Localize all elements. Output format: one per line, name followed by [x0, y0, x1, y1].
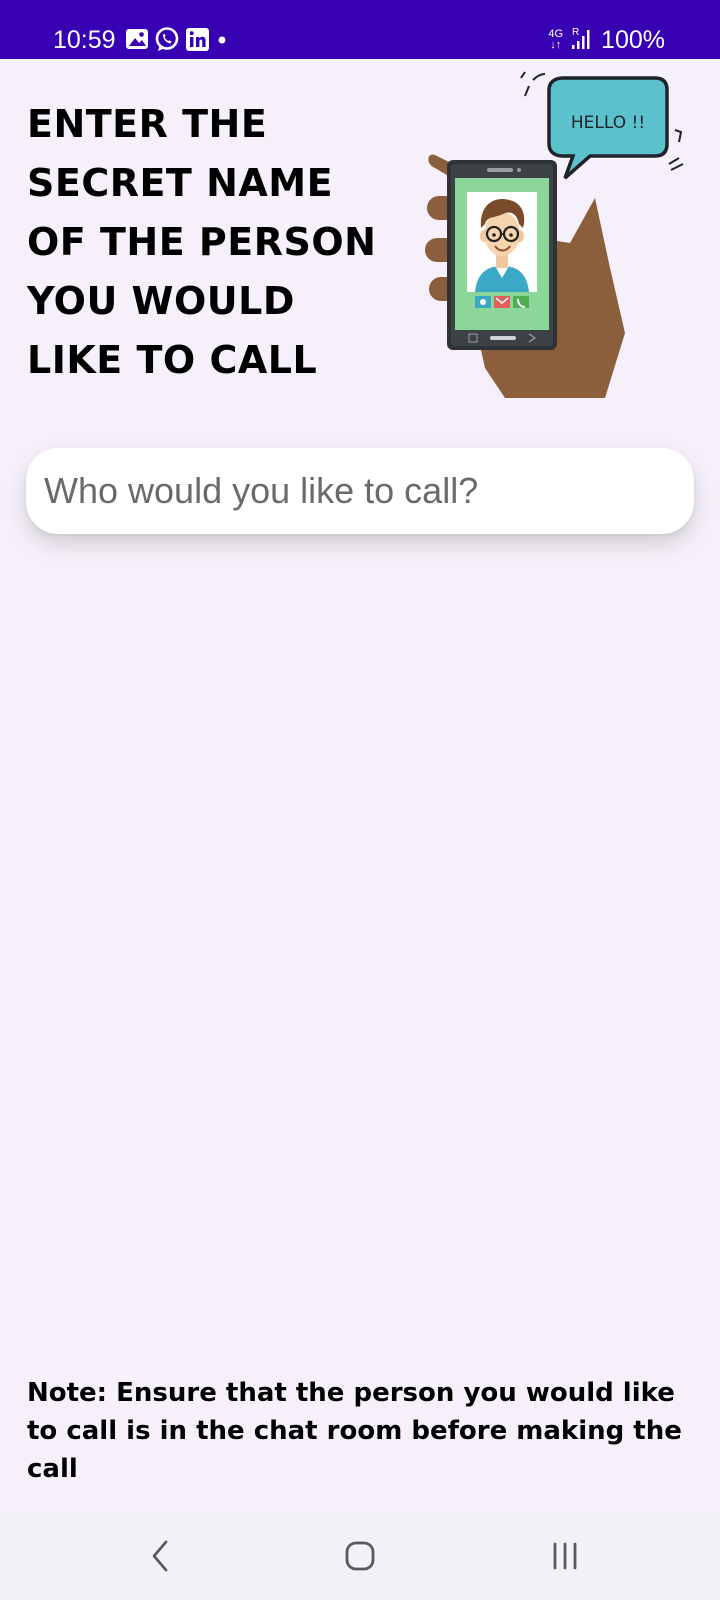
status-right: 4G ↓↑ R 100% — [548, 25, 665, 55]
back-icon — [152, 1540, 168, 1572]
dot-icon — [215, 27, 229, 51]
data-arrows-icon: ↓↑ — [550, 39, 562, 51]
linkedin-icon — [185, 27, 210, 52]
notification-icons — [125, 26, 229, 52]
title-line: OF THE PERSON — [27, 220, 377, 264]
status-bar: 10:59 4G ↓↑ R 100% — [0, 0, 720, 59]
bubble-text: HELLO !! — [571, 113, 645, 133]
page-title: ENTER THE SECRET NAME OF THE PERSON YOU … — [27, 95, 417, 390]
status-time: 10:59 — [53, 26, 116, 54]
note-text: Note: Ensure that the person you would l… — [27, 1378, 682, 1484]
battery-level: 100% — [601, 26, 665, 54]
phone-call-illustration: HELLO !! — [425, 71, 684, 398]
whatsapp-icon — [154, 26, 180, 52]
gallery-icon — [125, 27, 149, 51]
title-line: SECRET NAME — [27, 161, 334, 205]
title-line: ENTER THE — [27, 102, 268, 146]
recents-button[interactable] — [540, 1531, 590, 1581]
search-field[interactable] — [26, 448, 694, 534]
title-line: YOU WOULD — [27, 279, 295, 323]
back-button[interactable] — [136, 1531, 186, 1581]
home-button[interactable] — [335, 1531, 385, 1581]
search-input[interactable] — [44, 470, 674, 512]
recents-icon — [553, 1542, 577, 1570]
network-type: 4G ↓↑ — [548, 29, 563, 51]
home-icon — [345, 1541, 375, 1571]
roaming-label: R — [572, 27, 579, 38]
navigation-bar — [0, 1513, 720, 1600]
title-line: LIKE TO CALL — [27, 338, 318, 382]
signal-icon: R — [571, 26, 593, 54]
